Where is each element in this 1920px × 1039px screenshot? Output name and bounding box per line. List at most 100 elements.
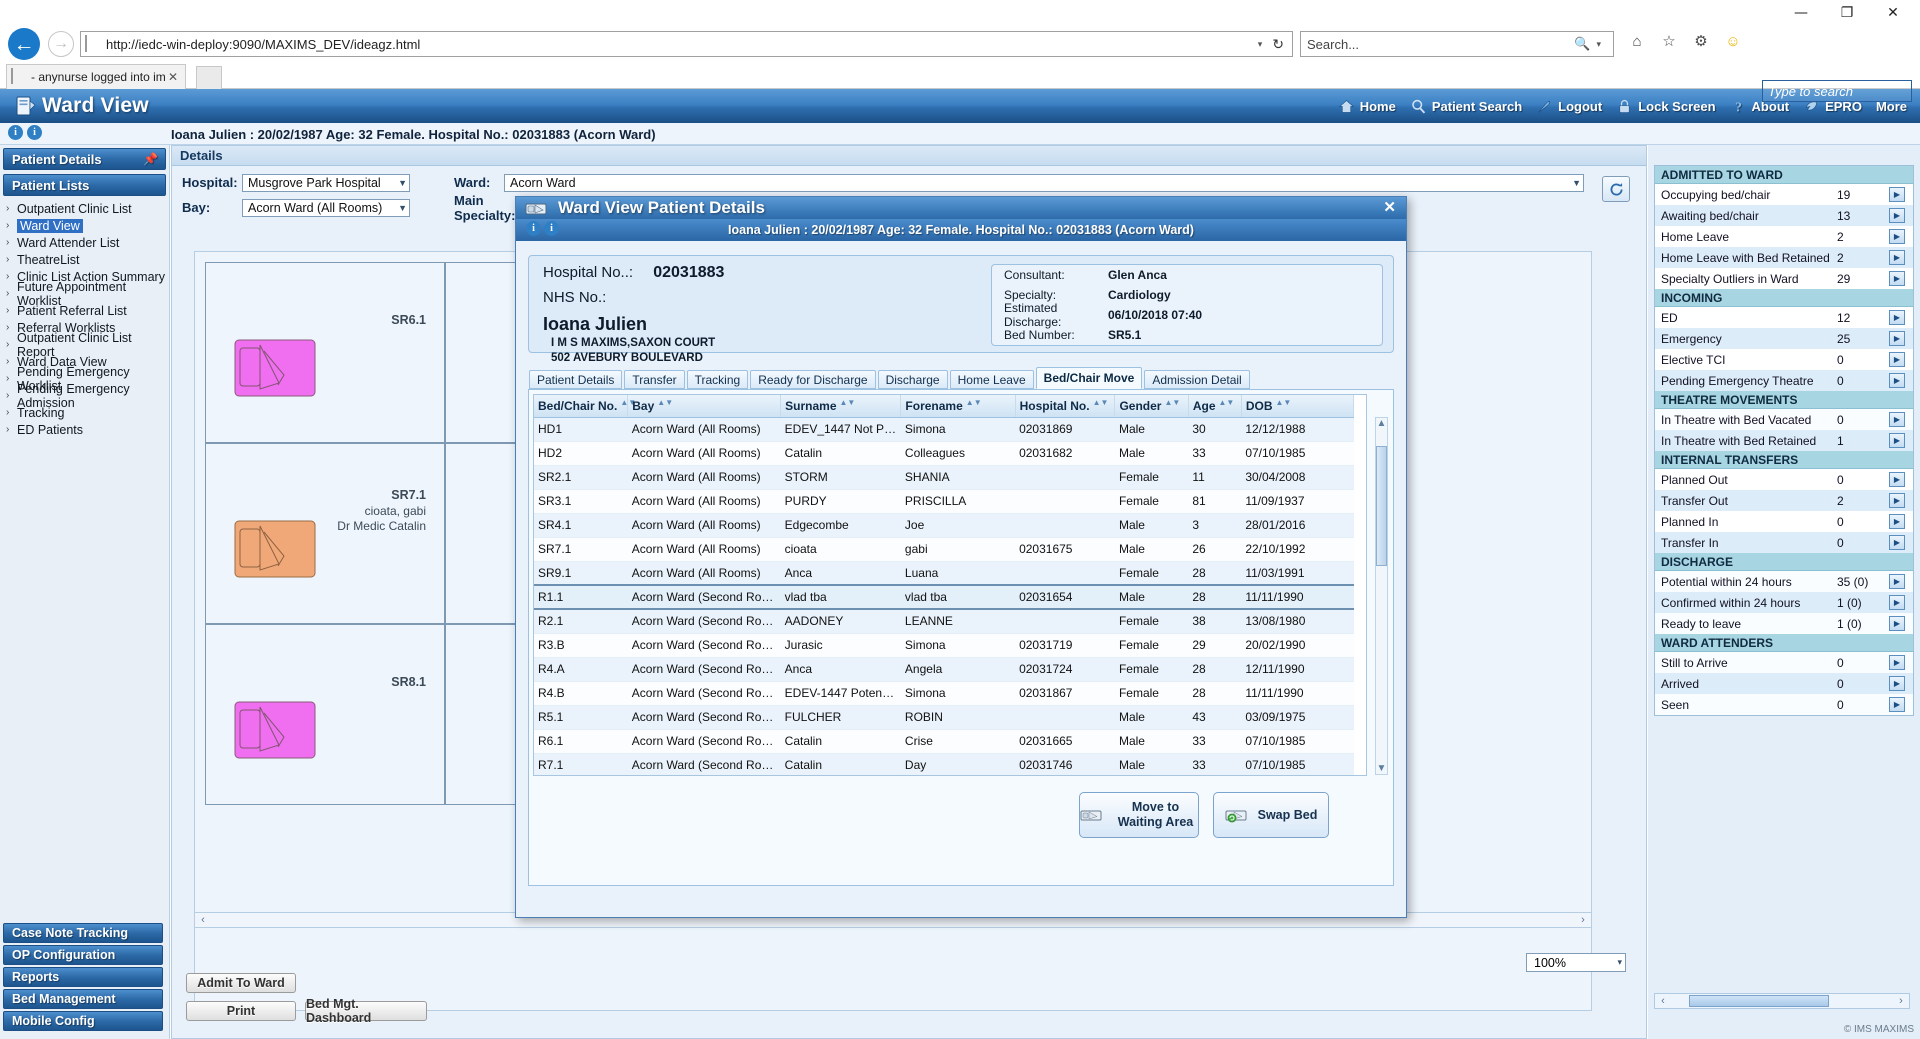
swap-bed-button[interactable]: Swap Bed xyxy=(1213,792,1329,838)
go-arrow-icon[interactable]: ▶ xyxy=(1889,250,1905,265)
sort-icon[interactable]: ▲▼ xyxy=(1164,398,1180,407)
sidebar-item-theatrelist[interactable]: › TheatreList xyxy=(6,251,169,268)
refresh-button[interactable] xyxy=(1602,176,1630,202)
sidebar-item-ed-patients[interactable]: › ED Patients xyxy=(6,421,169,438)
table-row[interactable]: R4.B Acorn Ward (Second Room) EDEV-1447 Po… xyxy=(534,681,1354,706)
back-arrow-icon[interactable]: ← xyxy=(8,28,40,60)
table-row[interactable]: R6.1 Acorn Ward (Second Room) Catalin Crise… xyxy=(534,729,1354,754)
scroll-right-icon[interactable]: › xyxy=(1575,914,1591,926)
table-row[interactable]: R7.1 Acorn Ward (Second Room) Catalin Day 02… xyxy=(534,753,1354,775)
table-row[interactable]: HD2 Acorn Ward (All Rooms) Catalin Colleagu… xyxy=(534,441,1354,466)
go-arrow-icon[interactable]: ▶ xyxy=(1889,352,1905,367)
sort-icon[interactable]: ▲▼ xyxy=(1093,398,1109,407)
address-bar[interactable]: http://iedc-win-deploy:9090/MAXIMS_DEV/i… xyxy=(80,31,1293,57)
scroll-up-icon[interactable]: ▲ xyxy=(1377,418,1387,429)
favorites-star-icon[interactable]: ☆ xyxy=(1658,30,1680,52)
go-arrow-icon[interactable]: ▶ xyxy=(1889,493,1905,508)
table-row[interactable]: SR2.1 Acorn Ward (All Rooms) STORM SHANIA Fe… xyxy=(534,465,1354,490)
go-arrow-icon[interactable]: ▶ xyxy=(1889,595,1905,610)
sidebar-item-outpatient-clinic-list-report[interactable]: › Outpatient Clinic List Report xyxy=(6,331,169,359)
scroll-down-icon[interactable]: ▼ xyxy=(1377,763,1387,774)
sidebar-item-pending-emergency-admission[interactable]: › Pending Emergency Admission xyxy=(6,382,169,410)
sidebar-header-patient-details[interactable]: Patient Details 📌 xyxy=(3,148,166,170)
chevron-down-icon[interactable]: ▾ xyxy=(1617,957,1622,968)
info-icon-2[interactable]: i xyxy=(27,125,42,140)
sidebar-section-patient-lists[interactable]: Patient Lists xyxy=(3,174,166,196)
tab-bed-chair-move[interactable]: Bed/Chair Move xyxy=(1035,367,1143,389)
table-row[interactable]: R4.A Acorn Ward (Second Room) Anca Angela 02… xyxy=(534,657,1354,682)
close-window-button[interactable]: ✕ xyxy=(1870,0,1916,26)
bed-cell[interactable]: SR6.1 xyxy=(205,262,445,443)
column-header-gender[interactable]: Gender ▲▼ xyxy=(1114,395,1189,418)
nav-lock-screen[interactable]: Lock Screen xyxy=(1609,98,1722,115)
hospital-select[interactable]: Musgrove Park Hospital ▼ xyxy=(242,173,410,192)
forward-arrow-icon[interactable]: → xyxy=(48,31,74,57)
go-arrow-icon[interactable]: ▶ xyxy=(1889,616,1905,631)
ward-select[interactable]: Acorn Ward ▼ xyxy=(504,173,1584,192)
pin-icon[interactable]: 📌 xyxy=(143,152,158,166)
admit-to-ward-button[interactable]: Admit To Ward xyxy=(186,973,296,993)
chevron-down-icon[interactable]: ▼ xyxy=(394,203,407,213)
table-row[interactable]: R2.1 Acorn Ward (Second Room) AADONEY LEANN… xyxy=(534,609,1354,634)
info-icon-2[interactable]: i xyxy=(544,221,559,236)
bed-chair-move-grid[interactable]: Bed/Chair No. ▲▼ Bay ▲▼ Surname ▲▼ Forename ▲▼ H… xyxy=(533,394,1367,776)
sort-icon[interactable]: ▲▼ xyxy=(840,398,856,407)
sort-icon[interactable]: ▲▼ xyxy=(657,398,673,407)
minimize-button[interactable]: — xyxy=(1778,0,1824,26)
tab-discharge[interactable]: Discharge xyxy=(877,370,948,389)
scrollbar-thumb[interactable] xyxy=(1376,446,1387,566)
nav-home[interactable]: Home xyxy=(1331,98,1403,115)
close-tab-icon[interactable]: ✕ xyxy=(165,70,181,84)
close-icon[interactable]: ✕ xyxy=(1383,198,1396,216)
address-dropdown-icon[interactable]: ▾ xyxy=(1252,39,1269,50)
sidebar-item-ward-attender-list[interactable]: › Ward Attender List xyxy=(6,234,169,251)
column-header-surname[interactable]: Surname ▲▼ xyxy=(780,395,902,418)
bed-mgt-dashboard-button[interactable]: Bed Mgt. Dashboard xyxy=(305,997,427,1025)
table-row[interactable]: SR3.1 Acorn Ward (All Rooms) PURDY PRISCILL… xyxy=(534,489,1354,514)
table-row[interactable]: R3.B Acorn Ward (Second Room) Jurasic Simon… xyxy=(534,633,1354,658)
info-icon-1[interactable]: i xyxy=(526,221,541,236)
go-arrow-icon[interactable]: ▶ xyxy=(1889,310,1905,325)
tab-tracking[interactable]: Tracking xyxy=(686,370,749,389)
grid-scroll-track[interactable] xyxy=(1375,446,1388,666)
tab-admission-detail[interactable]: Admission Detail xyxy=(1144,370,1250,389)
go-arrow-icon[interactable]: ▶ xyxy=(1889,514,1905,529)
column-header-bed-chair-no-[interactable]: Bed/Chair No. ▲▼ xyxy=(534,395,636,418)
go-arrow-icon[interactable]: ▶ xyxy=(1889,373,1905,388)
sidebar-item-ward-view[interactable]: › Ward View xyxy=(6,217,169,234)
tab-transfer[interactable]: Transfer xyxy=(624,370,685,389)
scroll-right-icon[interactable]: › xyxy=(1893,995,1909,1007)
tab-ready-for-discharge[interactable]: Ready for Discharge xyxy=(750,370,876,389)
smiley-feedback-icon[interactable]: ☺ xyxy=(1722,30,1744,52)
home-icon[interactable]: ⌂ xyxy=(1626,30,1648,52)
scroll-left-icon[interactable]: ‹ xyxy=(195,914,211,926)
sidebar-button-case-note-tracking[interactable]: Case Note Tracking xyxy=(3,923,163,943)
column-header-dob[interactable]: DOB ▲▼ xyxy=(1241,395,1355,418)
go-arrow-icon[interactable]: ▶ xyxy=(1889,187,1905,202)
search-dropdown-icon[interactable]: ▾ xyxy=(1590,39,1607,50)
settings-gear-icon[interactable]: ⚙ xyxy=(1690,30,1712,52)
sort-icon[interactable]: ▲▼ xyxy=(1276,398,1292,407)
go-arrow-icon[interactable]: ▶ xyxy=(1889,208,1905,223)
go-arrow-icon[interactable]: ▶ xyxy=(1889,535,1905,550)
move-to-waiting-area-button[interactable]: Move to Waiting Area xyxy=(1079,792,1199,838)
search-magnifier-icon[interactable]: 🔍 xyxy=(1574,36,1590,52)
sidebar-button-op-configuration[interactable]: OP Configuration xyxy=(3,945,163,965)
nav-logout[interactable]: Logout xyxy=(1529,98,1609,115)
scroll-left-icon[interactable]: ‹ xyxy=(1655,995,1671,1007)
go-arrow-icon[interactable]: ▶ xyxy=(1889,331,1905,346)
table-row[interactable]: SR7.1 Acorn Ward (All Rooms) cioata gabi 020… xyxy=(534,537,1354,562)
sort-icon[interactable]: ▲▼ xyxy=(966,398,982,407)
table-row[interactable]: SR4.1 Acorn Ward (All Rooms) Edgecombe Joe M… xyxy=(534,513,1354,538)
sidebar-item-outpatient-clinic-list[interactable]: › Outpatient Clinic List xyxy=(6,200,169,217)
chevron-down-icon[interactable]: ▼ xyxy=(394,178,407,188)
chevron-down-icon[interactable]: ▼ xyxy=(1568,178,1581,188)
sidebar-item-future-appointment-worklist[interactable]: › Future Appointment Worklist xyxy=(6,280,169,308)
zoom-level-select[interactable]: 100% ▾ xyxy=(1526,953,1626,972)
table-row[interactable]: R5.1 Acorn Ward (Second Room) FULCHER ROBIN… xyxy=(534,705,1354,730)
new-tab-button[interactable] xyxy=(196,66,222,89)
summary-horizontal-scrollbar[interactable]: ‹ › xyxy=(1654,993,1910,1009)
column-header-bay[interactable]: Bay ▲▼ xyxy=(627,395,782,418)
go-arrow-icon[interactable]: ▶ xyxy=(1889,697,1905,712)
go-arrow-icon[interactable]: ▶ xyxy=(1889,655,1905,670)
